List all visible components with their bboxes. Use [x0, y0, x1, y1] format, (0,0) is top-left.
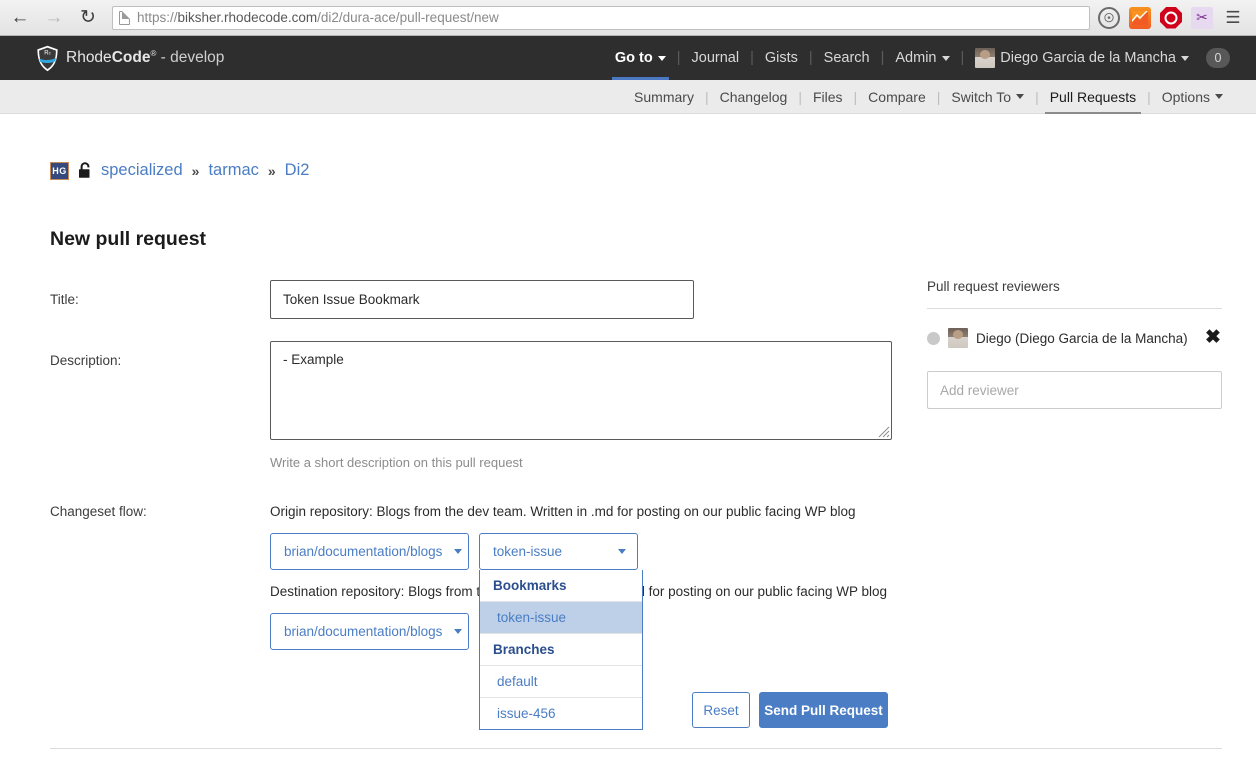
chevron-down-icon — [1016, 94, 1024, 99]
send-pull-request-button[interactable]: Send Pull Request — [759, 692, 888, 728]
nav-label: Go to — [615, 50, 653, 66]
origin-repository-description: Origin repository: Blogs from the dev te… — [270, 504, 856, 519]
address-bar-text: https://biksher.rhodecode.com/di2/dura-a… — [137, 10, 499, 25]
repo-nav-label: Pull Requests — [1050, 89, 1136, 105]
browser-toolbar: ← → ↻ https://biksher.rhodecode.com/di2/… — [0, 0, 1256, 36]
page-title: New pull request — [50, 228, 206, 251]
breadcrumb-link-specialized[interactable]: specialized — [101, 161, 183, 180]
repo-nav-summary[interactable]: Summary — [623, 80, 705, 114]
nav-item-journal[interactable]: Journal — [681, 36, 751, 80]
select-value: brian/documentation/blogs — [284, 624, 442, 639]
chart-extension-icon[interactable] — [1129, 7, 1151, 29]
breadcrumb: HG specialized » tarmac » Di2 — [50, 161, 309, 180]
unlock-icon — [78, 162, 92, 179]
repo-nav-switch-to[interactable]: Switch To — [940, 80, 1035, 114]
key-info-icon[interactable]: ☉ — [1098, 7, 1120, 29]
logo-branch-suffix: - develop — [161, 49, 225, 66]
select-value: brian/documentation/blogs — [284, 544, 442, 559]
description-help-text: Write a short description on this pull r… — [270, 455, 523, 470]
chevron-down-icon — [1215, 94, 1223, 99]
description-textarea[interactable]: - Example — [270, 341, 892, 440]
nav-label: Gists — [765, 50, 798, 66]
chevron-down-icon — [942, 56, 950, 61]
title-field-label: Title: — [50, 292, 79, 307]
logo-registered-mark: ® — [150, 49, 156, 58]
nav-item-gists[interactable]: Gists — [754, 36, 809, 80]
reviewer-list-item: Diego (Diego Garcia de la Mancha) — [927, 326, 1222, 350]
scissors-clip-icon[interactable]: ✂ — [1191, 7, 1213, 29]
dropdown-group-bookmarks: Bookmarks — [480, 570, 642, 602]
origin-repository-select[interactable]: brian/documentation/blogs — [270, 533, 469, 570]
nav-item-search[interactable]: Search — [813, 36, 881, 80]
chevron-down-icon — [618, 549, 626, 554]
mercurial-vcs-badge: HG — [50, 162, 69, 180]
origin-revision-select[interactable]: token-issue — [479, 533, 638, 570]
logo-text: RhodeCode® - develop — [66, 49, 224, 67]
main-navigation: Go to | Journal | Gists | Search | Admin… — [604, 36, 1230, 80]
hamburger-menu-icon[interactable]: ☰ — [1222, 7, 1244, 29]
dropdown-option-token-issue[interactable]: token-issue — [480, 602, 642, 634]
breadcrumb-link-di2[interactable]: Di2 — [285, 161, 310, 180]
repo-nav-options[interactable]: Options — [1151, 80, 1234, 114]
repo-nav-label: Options — [1162, 89, 1210, 105]
logo-text-rhode: Rhode — [66, 49, 112, 66]
breadcrumb-separator: » — [268, 163, 276, 179]
user-menu[interactable]: Diego Garcia de la Mancha — [964, 36, 1200, 80]
logo-text-code: Code — [112, 49, 151, 66]
repo-nav-label: Compare — [868, 89, 926, 105]
avatar — [948, 328, 968, 348]
dropdown-option-default[interactable]: default — [480, 666, 642, 698]
repo-nav-compare[interactable]: Compare — [857, 80, 937, 114]
browser-reload-button[interactable]: ↻ — [74, 4, 102, 32]
chevron-down-icon — [454, 549, 462, 554]
user-name-label: Diego Garcia de la Mancha — [1000, 50, 1176, 66]
reviewer-name-label: Diego (Diego Garcia de la Mancha) — [976, 331, 1188, 346]
reviewers-panel-title: Pull request reviewers — [927, 279, 1060, 294]
repo-nav-label: Files — [813, 89, 843, 105]
adblock-icon[interactable] — [1160, 7, 1182, 29]
remove-reviewer-button[interactable]: ✖ — [1205, 326, 1221, 350]
rhodecode-logo[interactable]: Rc RhodeCode® - develop — [36, 36, 224, 80]
repo-nav-label: Changelog — [720, 89, 788, 105]
nav-label: Search — [824, 50, 870, 66]
nav-item-go-to[interactable]: Go to — [604, 36, 677, 80]
select-value: token-issue — [493, 544, 562, 559]
browser-address-bar[interactable]: https://biksher.rhodecode.com/di2/dura-a… — [112, 6, 1090, 30]
page-document-icon — [119, 11, 130, 25]
reset-button[interactable]: Reset — [692, 692, 750, 728]
repository-navigation: Summary | Changelog | Files | Compare | … — [0, 80, 1256, 114]
title-input[interactable] — [270, 280, 694, 319]
repo-nav-files[interactable]: Files — [802, 80, 854, 114]
chevron-down-icon — [658, 56, 666, 61]
add-reviewer-input[interactable] — [927, 371, 1222, 409]
reviewers-divider — [927, 308, 1222, 309]
repo-nav-label: Switch To — [951, 89, 1011, 105]
breadcrumb-separator: » — [192, 163, 200, 179]
reviewer-status-dot — [927, 332, 940, 345]
destination-repository-select[interactable]: brian/documentation/blogs — [270, 613, 469, 650]
app-header: Rc RhodeCode® - develop Go to | Journal … — [0, 36, 1256, 80]
repo-nav-changelog[interactable]: Changelog — [709, 80, 799, 114]
dropdown-option-issue-456[interactable]: issue-456 — [480, 698, 642, 729]
dropdown-group-branches: Branches — [480, 634, 642, 666]
browser-forward-button[interactable]: → — [40, 4, 68, 32]
description-field-label: Description: — [50, 353, 121, 368]
footer-divider — [50, 748, 1222, 749]
shield-logo-icon: Rc — [36, 45, 59, 72]
breadcrumb-link-tarmac[interactable]: tarmac — [208, 161, 258, 180]
origin-revision-dropdown-menu[interactable]: Bookmarks token-issue Branches default i… — [479, 570, 643, 730]
nav-label: Journal — [692, 50, 740, 66]
nav-item-admin[interactable]: Admin — [884, 36, 960, 80]
changeset-flow-label: Changeset flow: — [50, 504, 147, 519]
avatar — [975, 48, 995, 68]
repo-nav-pull-requests[interactable]: Pull Requests — [1039, 80, 1147, 114]
nav-label: Admin — [895, 50, 936, 66]
chevron-down-icon — [1181, 56, 1189, 61]
repo-nav-label: Summary — [634, 89, 694, 105]
notification-count-badge[interactable]: 0 — [1206, 48, 1230, 68]
chevron-down-icon — [454, 629, 462, 634]
browser-back-button[interactable]: ← — [6, 4, 34, 32]
